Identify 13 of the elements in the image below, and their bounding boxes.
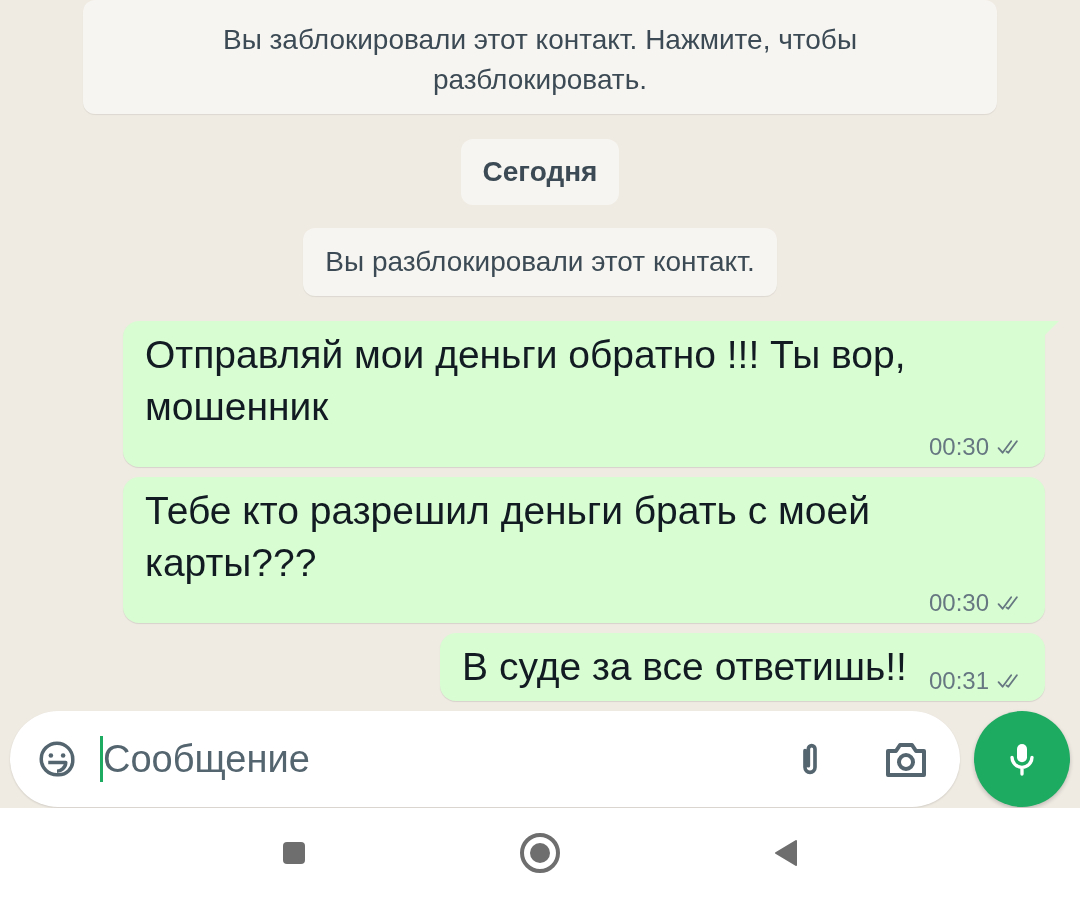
message-field[interactable]: Сообщение <box>10 711 960 807</box>
system-notice: Вы заблокировали этот контакт. Нажмите, чтобы разблокировать. <box>83 0 997 114</box>
message-text: В суде за все ответишь!! <box>462 644 907 690</box>
message-time: 00:30 <box>928 589 989 617</box>
system-notice: Вы разблокировали этот контакт. <box>303 228 777 296</box>
home-icon[interactable] <box>519 832 561 874</box>
message-input[interactable]: Сообщение <box>103 737 790 781</box>
message-text: Тебе кто разрешил деньги брать с моей карты??? <box>145 488 871 586</box>
date-chip: Сегодня <box>460 139 620 205</box>
message-text: Отправляй мои деньги обратно !!! Ты вор, мошенник <box>145 332 907 430</box>
message-time: 00:31 <box>928 667 989 695</box>
voice-button[interactable] <box>974 711 1070 807</box>
message-time: 00:30 <box>928 433 989 461</box>
